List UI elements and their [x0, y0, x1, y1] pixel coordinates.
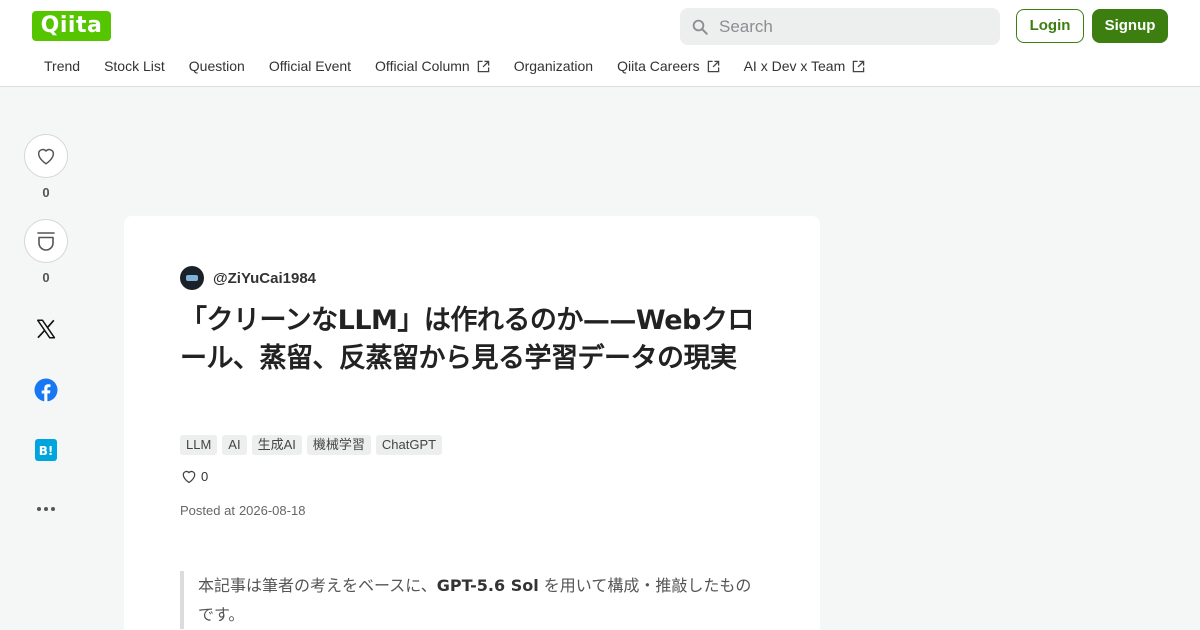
nav-item-official-column[interactable]: Official Column	[375, 57, 490, 75]
article-card: @ZiYuCai1984 「クリーンなLLM」は作れるのか——Webクロール、蒸…	[124, 216, 820, 630]
external-link-icon	[707, 60, 719, 72]
tag-item[interactable]: AI	[222, 435, 247, 455]
article-intro-note: 本記事は筆者の考えをベースに、GPT-5.6 Sol を用いて構成・推敲したもの…	[180, 571, 760, 629]
external-link-icon	[477, 60, 489, 72]
tag-item[interactable]: 生成AI	[251, 435, 302, 455]
share-hatena-button[interactable]: B!	[24, 439, 68, 461]
author-name: @ZiYuCai1984	[213, 269, 317, 287]
stock-count: 0	[42, 270, 50, 285]
login-button[interactable]: Login	[1016, 9, 1084, 43]
nav-item-organization[interactable]: Organization	[514, 57, 593, 75]
stock-button[interactable]	[24, 219, 68, 263]
hatena-bookmark-icon: B!	[35, 439, 57, 461]
like-button[interactable]	[24, 134, 68, 178]
tag-item[interactable]: 機械学習	[306, 435, 371, 455]
nav-item-label: Official Event	[268, 58, 352, 74]
search-icon	[692, 19, 708, 35]
nav-item-official-event[interactable]: Official Event	[269, 57, 351, 75]
search-input[interactable]	[719, 16, 979, 37]
nav-item-ai-dev-team[interactable]: AI x Dev x Team	[744, 57, 866, 75]
share-facebook-button[interactable]	[24, 378, 68, 402]
facebook-icon	[34, 378, 58, 402]
author-link[interactable]: @ZiYuCai1984	[180, 266, 316, 290]
more-icon	[37, 507, 55, 511]
avatar	[180, 266, 204, 290]
tag-list: LLM AI 生成AI 機械学習 ChatGPT	[180, 435, 447, 455]
heart-icon	[182, 470, 196, 484]
nav-item-question[interactable]: Question	[189, 57, 245, 75]
article-likes[interactable]: 0	[180, 468, 208, 485]
nav-item-label: Question	[188, 58, 245, 74]
main-nav: Trend Stock List Question Official Event…	[32, 57, 889, 75]
article-actions-sidebar: 0 0 B!	[24, 134, 68, 511]
nav-item-label: Organization	[513, 58, 594, 74]
nav-item-label: AI x Dev x Team	[743, 58, 846, 74]
external-link-icon	[852, 60, 865, 72]
nav-item-label: Qiita Careers	[617, 58, 700, 74]
nav-item-label: Stock List	[104, 58, 165, 74]
qiita-logo[interactable]: Qiita	[32, 11, 111, 41]
tag-item[interactable]: LLM	[180, 435, 218, 455]
tag-item[interactable]: ChatGPT	[375, 435, 443, 455]
nav-item-stock-list[interactable]: Stock List	[104, 57, 165, 75]
posted-date-line: Posted at 2026-08-18	[180, 503, 305, 518]
nav-item-qiita-careers[interactable]: Qiita Careers	[617, 57, 719, 75]
search-box[interactable]	[680, 8, 1000, 45]
nav-item-trend[interactable]: Trend	[44, 57, 80, 75]
signup-button[interactable]: Signup	[1092, 9, 1168, 43]
nav-item-label: Trend	[44, 58, 81, 74]
note-model-name: GPT-5.6 Sol	[436, 576, 539, 595]
nav-item-label: Official Column	[375, 58, 470, 74]
article-title: 「クリーンなLLM」は作れるのか——Webクロール、蒸留、反蒸留から見る学習デー…	[180, 305, 754, 374]
share-x-button[interactable]	[24, 318, 68, 340]
posted-date: 2026-08-18	[238, 503, 306, 518]
svg-text:B!: B!	[39, 444, 54, 458]
stock-icon	[37, 232, 55, 251]
like-count: 0	[42, 185, 50, 200]
article-like-count: 0	[201, 469, 209, 484]
note-text-before: 本記事は筆者の考えをベースに、	[198, 576, 437, 595]
posted-label: Posted at	[180, 503, 235, 518]
heart-icon	[37, 148, 55, 165]
x-icon	[37, 319, 56, 339]
more-options-button[interactable]	[24, 505, 68, 513]
site-header: Qiita Login Signup Trend Stock List Ques…	[0, 0, 1200, 87]
